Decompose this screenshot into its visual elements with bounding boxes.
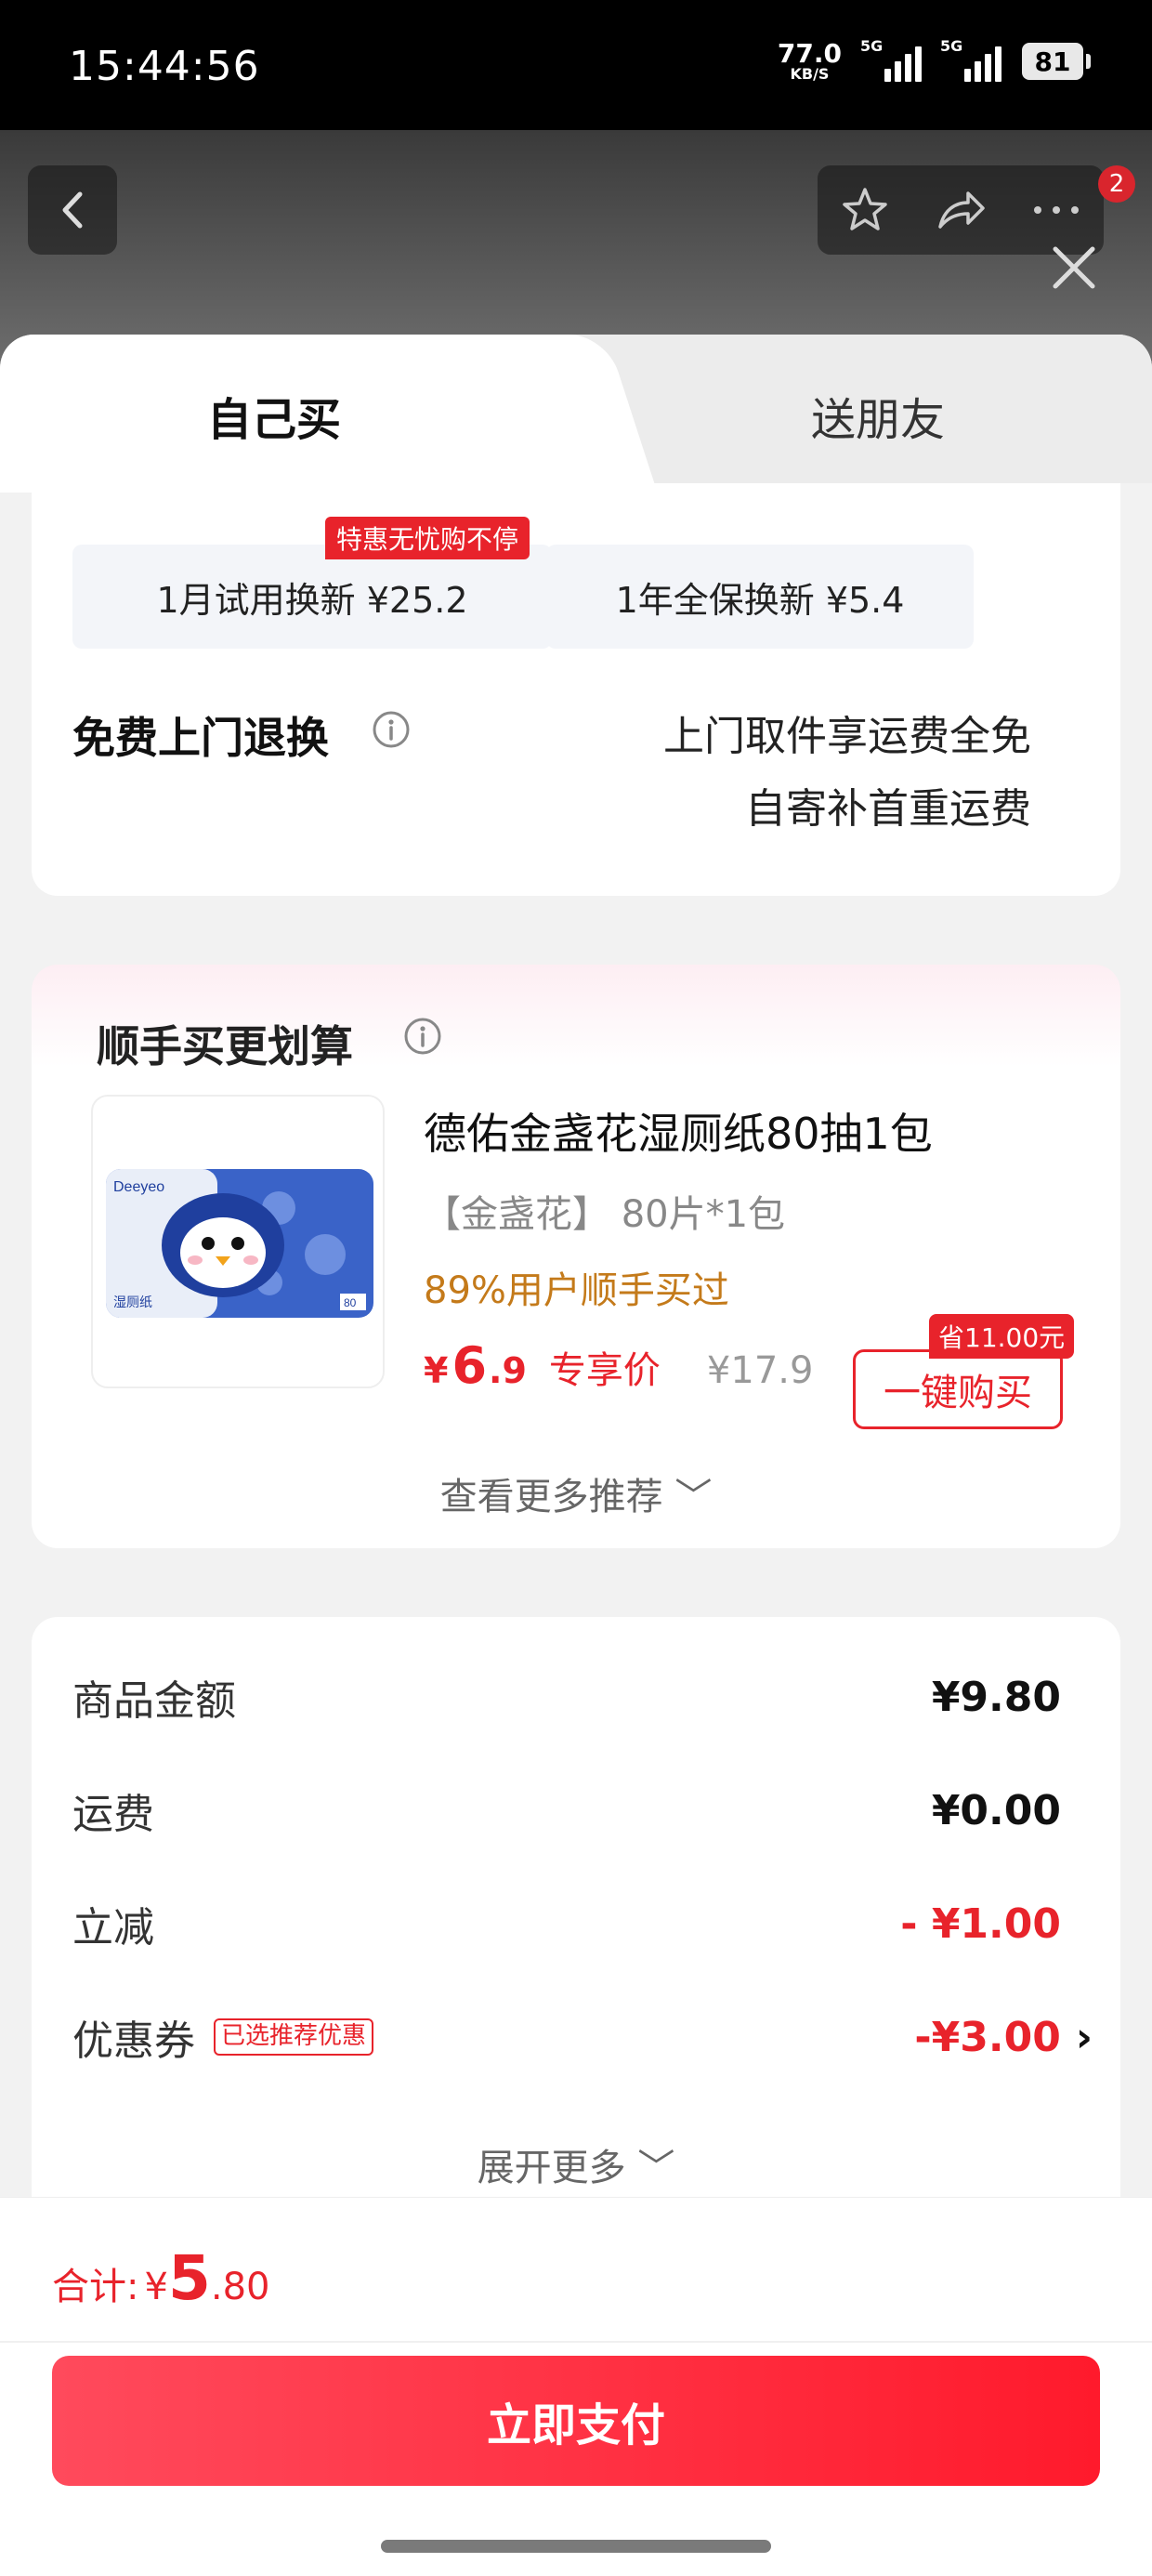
order-summary-card: 商品金额 ¥9.80 运费 ¥0.00 立减 - ¥1.00 优惠券 已选推荐优… (32, 1617, 1120, 2212)
coupon-value-group[interactable]: -¥3.00 › (914, 2014, 1093, 2061)
trial-replace-option[interactable]: 1月试用换新 ¥25.2 (72, 545, 552, 649)
product-image-count: 80 (344, 1296, 357, 1309)
subtotal-label: 商品金额 (72, 1677, 236, 1725)
shipping-label: 运费 (72, 1791, 154, 1838)
price-symbol: ¥ (424, 1350, 449, 1391)
order-total: 合计: ¥ 5 .80 (52, 2242, 270, 2314)
info-icon[interactable] (372, 710, 411, 749)
coupon-value: -¥3.00 (914, 2013, 1061, 2061)
home-indicator[interactable] (381, 2540, 771, 2553)
discount-label: 立减 (72, 1904, 154, 1952)
back-button[interactable] (28, 165, 117, 255)
product-spec: 【金盏花】 80片*1包 (424, 1193, 786, 1236)
network-speed: 77.0 KB/S (778, 41, 842, 82)
signal-icon: 5G (940, 37, 1001, 82)
coupon-label-group: 优惠券 已选推荐优惠 (72, 2007, 374, 2067)
network-speed-value: 77.0 (777, 38, 842, 69)
battery-icon: 81 (1022, 43, 1091, 80)
return-pickup-text: 上门取件享运费全免 (663, 713, 1031, 760)
status-time: 15:44:56 (69, 43, 260, 90)
notification-badge: 2 (1098, 165, 1135, 203)
subtotal-value: ¥9.80 (931, 1673, 1061, 1721)
star-icon[interactable] (839, 184, 891, 236)
product-name[interactable]: 德佑金盏花湿厕纸80抽1包 (424, 1100, 933, 1162)
close-icon[interactable] (1046, 240, 1102, 296)
chevron-right-icon: › (1075, 2013, 1093, 2061)
summary-row-shipping: 运费 ¥0.00 (72, 1782, 1061, 1839)
protection-card: 特惠无忧购不停 1月试用换新 ¥25.2 1年全保换新 ¥5.4 免费上门退换 … (32, 483, 1120, 896)
summary-row-discount: 立减 - ¥1.00 (72, 1896, 1061, 1952)
status-bar: 15:44:56 77.0 KB/S 5G 5G 81 (0, 0, 1152, 130)
price-label: 专享价 (548, 1349, 661, 1392)
product-image: Deeyeo 湿厕纸 80 (106, 1169, 373, 1318)
bundle-title: 顺手买更划算 (97, 1021, 353, 1071)
tab-self-buy-label[interactable]: 自己买 (149, 383, 399, 448)
total-decimal: .80 (210, 2266, 270, 2308)
signal-icon: 5G (860, 37, 922, 82)
bundle-card: 顺手买更划算 Deeyeo 湿厕纸 80 德佑金盏花湿厕纸80抽1包 【金盏花】… (32, 965, 1120, 1548)
expand-more-link[interactable]: 展开更多 ﹀ (32, 2137, 1120, 2191)
more-recommendations-link[interactable]: 查看更多推荐 ﹀ (32, 1466, 1120, 1520)
coupon-tag: 已选推荐优惠 (214, 2018, 374, 2056)
divider (0, 2341, 1152, 2343)
total-label: 合计: (52, 2266, 139, 2308)
share-icon[interactable] (933, 184, 988, 236)
shipping-value: ¥0.00 (931, 1786, 1061, 1834)
price-row: ¥ 6 .9 专享价 ¥17.9 (424, 1336, 813, 1395)
info-icon[interactable] (403, 1017, 442, 1056)
save-tag: 省11.00元 (929, 1314, 1075, 1359)
discount-value: - ¥1.00 (900, 1899, 1061, 1948)
network-speed-unit: KB/S (790, 65, 830, 83)
signal-label: 5G (940, 37, 963, 55)
return-selfship-text: 自寄补首重运费 (745, 785, 1031, 833)
product-thumbnail[interactable]: Deeyeo 湿厕纸 80 (91, 1095, 385, 1388)
coupon-label: 优惠券 (72, 2017, 195, 2065)
full-warranty-option[interactable]: 1年全保换新 ¥5.4 (546, 545, 974, 649)
price-decimal: .9 (489, 1350, 527, 1391)
more-icon[interactable] (1030, 201, 1082, 219)
social-proof: 89%用户顺手买过 (424, 1269, 729, 1312)
product-image-text: 湿厕纸 (113, 1295, 152, 1310)
summary-row-coupon[interactable]: 优惠券 已选推荐优惠 -¥3.00 › (72, 2007, 1093, 2067)
one-click-buy-button[interactable]: 一键购买 (853, 1349, 1063, 1429)
chevron-left-icon (62, 191, 83, 229)
checkout-footer: 合计: ¥ 5 .80 立即支付 (0, 2197, 1152, 2576)
price-integer: 6 (452, 1336, 488, 1395)
original-price: ¥17.9 (706, 1349, 814, 1392)
promo-tag: 特惠无忧购不停 (325, 517, 530, 559)
tab-gift-friend-label[interactable]: 送朋友 (753, 383, 1003, 448)
total-integer: 5 (167, 2242, 211, 2314)
return-title: 免费上门退换 (72, 713, 329, 763)
product-image-brand: Deeyeo (113, 1179, 164, 1195)
status-indicators: 77.0 KB/S 5G 5G 81 (778, 37, 1091, 82)
summary-row-subtotal: 商品金额 ¥9.80 (72, 1669, 1061, 1726)
signal-label: 5G (860, 37, 884, 55)
total-symbol: ¥ (144, 2266, 168, 2308)
pay-now-button[interactable]: 立即支付 (52, 2356, 1100, 2486)
